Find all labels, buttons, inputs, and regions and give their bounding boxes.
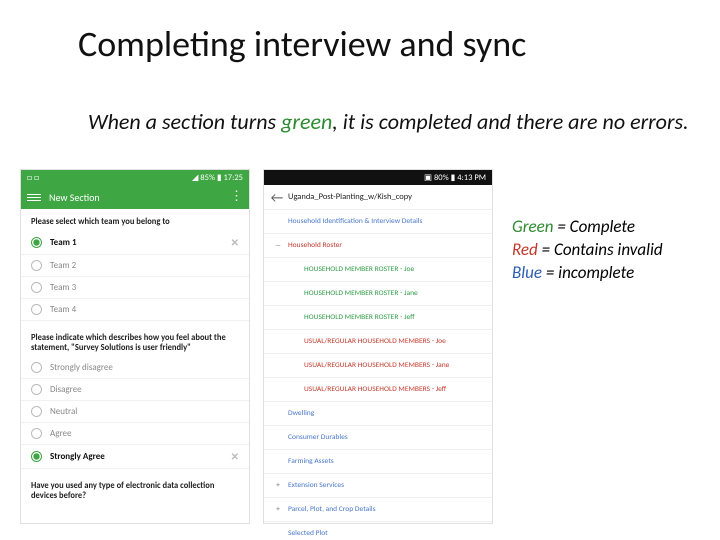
section-row[interactable]: USUAL/REGULAR HOUSEHOLD MEMBERS - Jane (264, 354, 492, 378)
section-label: Extension Services (288, 481, 344, 490)
android-status-bar: □ □ ◢ 85% ▮ 17:25 (21, 170, 249, 185)
section-label: Household Roster (288, 241, 342, 250)
section-row[interactable]: Household Identification & Interview Det… (264, 210, 492, 234)
section-row[interactable]: — Household Roster (264, 234, 492, 258)
radio-icon (31, 362, 42, 373)
option-label: Team 2 (50, 260, 76, 271)
app-top-bar: New Section ⋮ (21, 185, 249, 209)
section-label: Consumer Durables (288, 433, 348, 442)
section-label: USUAL/REGULAR HOUSEHOLD MEMBERS - Joe (304, 337, 446, 346)
topbar-title: Uganda_Post-Planting_w/Kish_copy (288, 192, 412, 202)
section-label: Dwelling (288, 409, 314, 418)
radio-option[interactable]: Team 1 ✕ (21, 231, 249, 255)
color-legend: Green = Complete Red = Contains invalid … (512, 216, 663, 285)
phone-screenshot-right: ▣ 80% ▮ 4:13 PM ← Uganda_Post-Planting_w… (263, 169, 493, 524)
radio-option[interactable]: Strongly Agree ✕ (21, 445, 249, 469)
slide-title: Completing interview and sync (78, 22, 526, 66)
radio-icon (31, 384, 42, 395)
radio-icon (31, 282, 42, 293)
legend-text: = incomplete (542, 262, 634, 283)
radio-option[interactable]: Team 3 (21, 277, 249, 299)
legend-green: Green (512, 216, 554, 237)
section-label: USUAL/REGULAR HOUSEHOLD MEMBERS - Jane (304, 361, 449, 370)
option-label: Disagree (50, 384, 82, 395)
radio-icon (31, 304, 42, 315)
radio-icon (31, 406, 42, 417)
android-status-bar: ▣ 80% ▮ 4:13 PM (264, 170, 492, 185)
topbar-title: New Section (49, 191, 100, 204)
section-row[interactable]: USUAL/REGULAR HOUSEHOLD MEMBERS - Joe (264, 330, 492, 354)
status-right: ◢ 85% ▮ 17:25 (192, 173, 243, 183)
subtitle-text: , it is completed and there are no error… (332, 108, 688, 135)
subtitle-text: When a section turns (88, 108, 281, 135)
section-row[interactable]: + Parcel, Plot, and Crop Details (264, 498, 492, 522)
slide-subtitle: When a section turns green, it is comple… (88, 108, 689, 136)
app-top-bar: ← Uganda_Post-Planting_w/Kish_copy (264, 185, 492, 210)
section-row[interactable]: USUAL/REGULAR HOUSEHOLD MEMBERS - Jeff (264, 378, 492, 402)
section-row[interactable]: HOUSEHOLD MEMBER ROSTER - Jane (264, 282, 492, 306)
option-label: Strongly disagree (50, 362, 113, 373)
radio-option[interactable]: Disagree (21, 379, 249, 401)
expand-toggle-icon[interactable]: + (272, 482, 284, 490)
option-label: Team 3 (50, 282, 76, 293)
radio-option[interactable]: Team 2 (21, 255, 249, 277)
option-label: Agree (50, 428, 71, 439)
section-row[interactable]: + Extension Services (264, 474, 492, 498)
option-label: Team 4 (50, 304, 76, 315)
section-label: HOUSEHOLD MEMBER ROSTER - Joe (304, 265, 414, 274)
radio-icon (31, 451, 42, 462)
clear-icon[interactable]: ✕ (231, 236, 239, 249)
status-left: □ □ (27, 173, 39, 183)
subtitle-green-word: green (281, 108, 332, 135)
section-row[interactable]: Farming Assets (264, 450, 492, 474)
radio-option[interactable]: Strongly disagree (21, 357, 249, 379)
section-label: Household Identification & Interview Det… (288, 217, 422, 226)
radio-icon (31, 260, 42, 271)
phone-screenshot-left: □ □ ◢ 85% ▮ 17:25 New Section ⋮ Please s… (20, 169, 250, 524)
clear-icon[interactable]: ✕ (231, 450, 239, 463)
legend-red: Red (512, 239, 538, 260)
radio-option[interactable]: Team 4 (21, 299, 249, 321)
section-row[interactable]: Consumer Durables (264, 426, 492, 450)
question-text: Have you used any type of electronic dat… (21, 473, 249, 505)
more-icon[interactable]: ⋮ (230, 194, 243, 199)
expand-toggle-icon[interactable]: — (272, 242, 284, 250)
expand-toggle-icon[interactable]: + (272, 506, 284, 514)
back-arrow-icon[interactable]: ← (270, 189, 284, 206)
section-label: HOUSEHOLD MEMBER ROSTER - Jeff (304, 313, 415, 322)
section-label: Parcel, Plot, and Crop Details (288, 505, 376, 514)
radio-option[interactable]: Agree (21, 423, 249, 445)
section-label: USUAL/REGULAR HOUSEHOLD MEMBERS - Jeff (304, 385, 446, 394)
section-row[interactable]: Selected Plot (264, 522, 492, 540)
radio-option[interactable]: Neutral (21, 401, 249, 423)
section-row[interactable]: HOUSEHOLD MEMBER ROSTER - Jeff (264, 306, 492, 330)
hamburger-icon[interactable] (27, 192, 41, 202)
radio-icon (31, 428, 42, 439)
section-row[interactable]: Dwelling (264, 402, 492, 426)
legend-text: = Complete (554, 216, 636, 237)
option-label: Team 1 (50, 237, 77, 248)
section-label: Selected Plot (288, 529, 328, 538)
section-row[interactable]: HOUSEHOLD MEMBER ROSTER - Joe (264, 258, 492, 282)
option-label: Strongly Agree (50, 451, 105, 462)
question-text: Please select which team you belong to (21, 209, 249, 231)
status-right: ▣ 80% ▮ 4:13 PM (424, 173, 486, 183)
section-label: Farming Assets (288, 457, 334, 466)
section-label: HOUSEHOLD MEMBER ROSTER - Jane (304, 289, 418, 298)
legend-text: = Contains invalid (538, 239, 663, 260)
radio-icon (31, 237, 42, 248)
question-text: Please indicate which describes how you … (21, 325, 249, 357)
option-label: Neutral (50, 406, 77, 417)
legend-blue: Blue (512, 262, 542, 283)
